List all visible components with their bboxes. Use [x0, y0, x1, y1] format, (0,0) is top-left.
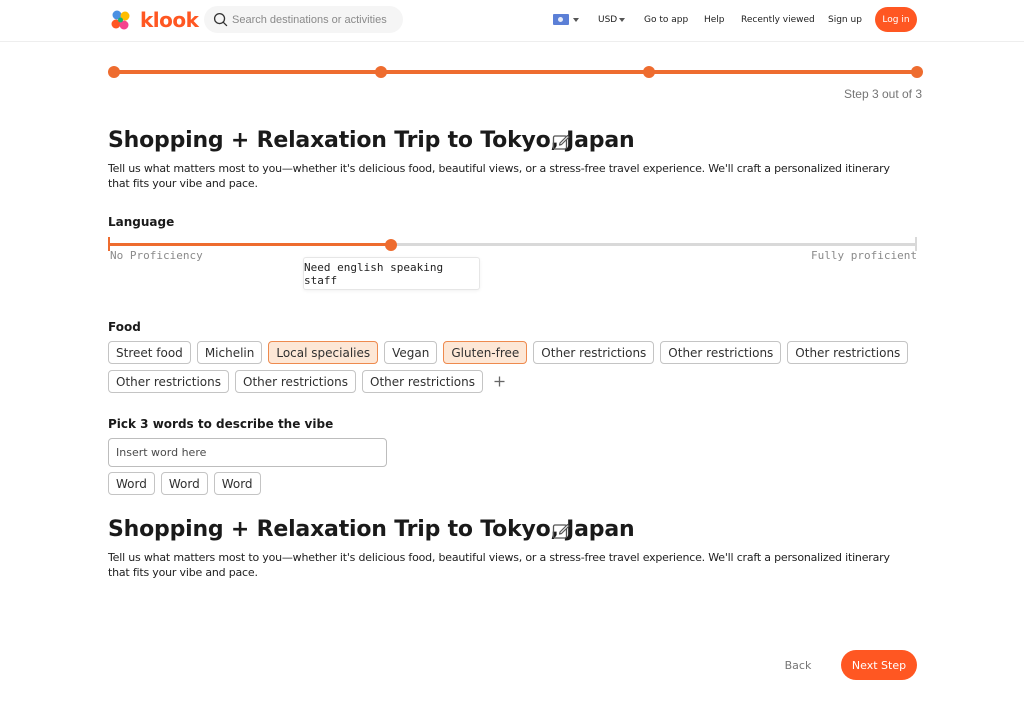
top-header: klook USD Go to app Help Recently viewed…: [0, 0, 1024, 42]
login-button[interactable]: Log in: [875, 7, 917, 32]
vibe-word-chip[interactable]: Word: [213, 472, 261, 495]
language-label: Language: [108, 215, 175, 229]
vibe-word-chip[interactable]: Word: [160, 472, 208, 495]
search-icon: [213, 12, 228, 27]
food-chip[interactable]: Other restrictions: [362, 370, 483, 393]
klook-logo[interactable]: klook: [108, 7, 199, 33]
step-counter: Step 3 out of 3: [843, 87, 922, 101]
nav-help-label: Help: [704, 15, 725, 25]
food-chip[interactable]: Other restrictions: [660, 341, 782, 364]
nav-sign-up[interactable]: Sign up: [828, 0, 862, 40]
nav-recently-viewed-label: Recently viewed: [741, 15, 815, 25]
food-chip[interactable]: Other restrictions: [235, 370, 356, 393]
food-chip[interactable]: Local specialies: [268, 341, 379, 364]
vibe-word-input[interactable]: [108, 438, 387, 467]
food-chip[interactable]: Street food: [108, 341, 191, 364]
search-box[interactable]: [204, 6, 403, 33]
language-slider-handle[interactable]: [385, 239, 398, 251]
vibe-word-chip[interactable]: Word: [108, 472, 155, 495]
food-chip[interactable]: Other restrictions: [533, 341, 655, 364]
edit-title-secondary-icon[interactable]: [552, 522, 570, 540]
currency-chevron-down-icon[interactable]: [619, 18, 625, 22]
language-flag-icon[interactable]: [553, 14, 569, 25]
food-chip[interactable]: Vegan: [384, 341, 438, 364]
language-tooltip: Need english speaking staff: [303, 257, 480, 290]
food-label: Food: [108, 320, 141, 334]
trip-description: Tell us what matters most to you—whether…: [108, 162, 890, 190]
nav-sign-up-label: Sign up: [828, 15, 862, 25]
progress-track: [113, 70, 917, 74]
food-chip[interactable]: Gluten-free: [443, 341, 528, 364]
nav-go-to-app-label: Go to app: [644, 15, 689, 25]
logo-text: klook: [140, 8, 199, 32]
next-step-button[interactable]: Next Step: [841, 650, 917, 680]
food-chip[interactable]: Other restrictions: [108, 370, 229, 393]
language-chevron-down-icon[interactable]: [573, 18, 579, 22]
nav-help[interactable]: Help: [704, 0, 725, 40]
food-chip[interactable]: Michelin: [196, 341, 263, 364]
currency-selector[interactable]: USD: [598, 0, 617, 40]
food-chip[interactable]: Other restrictions: [787, 341, 909, 364]
progress-step-4: [911, 66, 923, 78]
edit-title-icon[interactable]: [552, 133, 570, 151]
nav-go-to-app[interactable]: Go to app: [644, 0, 688, 40]
nav-recently-viewed[interactable]: Recently viewed: [741, 0, 815, 40]
klook-logo-mark-icon: [108, 7, 134, 33]
search-input[interactable]: [232, 13, 392, 26]
food-chip-list: Street food Michelin Local specialies Vegan…: [108, 341, 918, 393]
vibe-label: Pick 3 words to describe the vibe: [108, 417, 334, 431]
back-button[interactable]: Back: [776, 656, 820, 674]
language-min-label: No Proficiency: [110, 249, 203, 262]
language-slider-fill: [108, 243, 392, 246]
currency-label: USD: [598, 15, 618, 25]
progress-step-2: [375, 66, 387, 78]
progress-step-3: [643, 66, 655, 78]
vibe-word-list: Word Word Word: [108, 472, 918, 495]
add-food-plus-icon[interactable]: [491, 370, 507, 393]
progress-step-1: [108, 66, 120, 78]
language-max-label: Fully proficient: [811, 249, 917, 262]
trip-description-secondary: Tell us what matters most to you—whether…: [108, 551, 890, 579]
